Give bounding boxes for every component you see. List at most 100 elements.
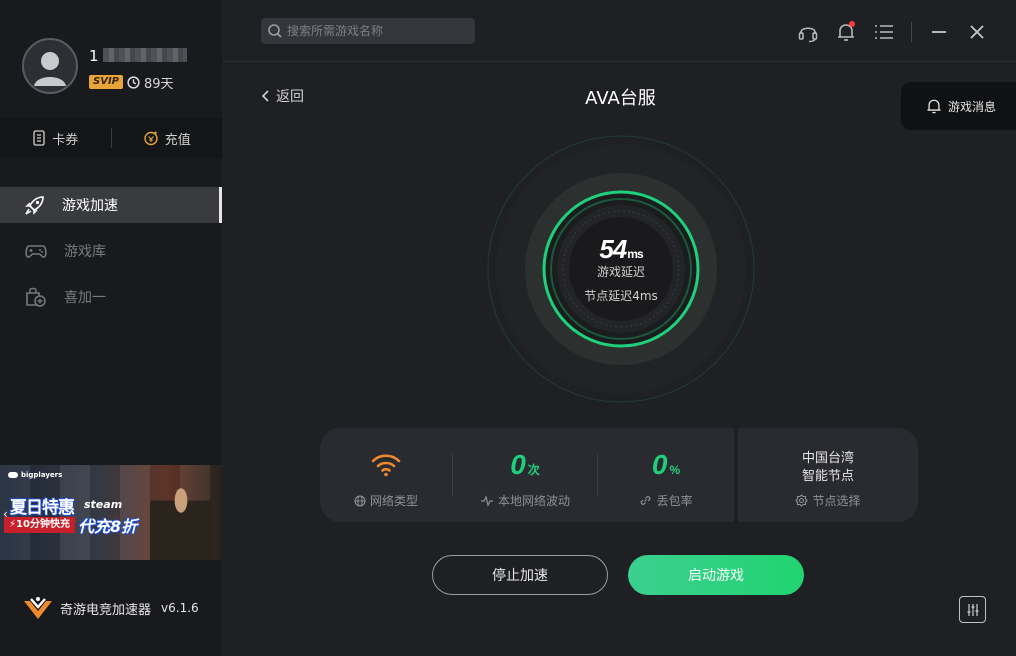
node-select-text: 节点选择 <box>812 494 861 508</box>
search-icon <box>268 24 282 38</box>
pulse-icon <box>480 494 493 507</box>
sidebar-item-game-boost[interactable]: 游戏加速 <box>0 187 222 223</box>
main-panel: 返回 AVA台服 游戏消息 54ms 游戏延迟 节点延迟4ms <box>222 0 1016 656</box>
latency-gauge: 54ms 游戏延迟 节点延迟4ms <box>486 134 756 404</box>
banner-steam-logo: steam <box>84 498 123 511</box>
network-type-icon-area <box>320 448 452 482</box>
username-redacted <box>102 48 187 62</box>
game-messages-button[interactable]: 游戏消息 <box>901 82 1016 130</box>
app-logo-icon <box>24 597 52 619</box>
game-title: AVA台服 <box>585 88 656 109</box>
vip-days: 89天 <box>127 73 174 92</box>
banner-character-image <box>150 475 212 560</box>
sliders-icon <box>967 603 978 616</box>
banner-title: 夏日特惠 <box>10 498 75 518</box>
app-name: 奇游电竞加速器 <box>60 602 152 618</box>
node-latency: 节点延迟4ms <box>584 289 658 303</box>
network-type-label: 网络类型 <box>320 492 452 509</box>
close-icon <box>970 25 984 39</box>
stat-network-type: 网络类型 <box>320 428 452 522</box>
sidebar-nav: 游戏加速 游戏库 喜加一 <box>0 187 222 325</box>
notifications-button[interactable] <box>827 20 865 44</box>
coupon-label: 卡券 <box>52 132 79 148</box>
packet-loss-unit: % <box>669 463 681 477</box>
gamepad-icon <box>25 245 47 258</box>
node-select-panel[interactable]: 中国台湾 智能节点 节点选择 <box>734 428 918 522</box>
packet-loss-label: 丢包率 <box>598 492 734 509</box>
link-icon <box>641 496 651 505</box>
svip-badge: SVIP <box>89 75 123 89</box>
fluctuation-value: 0次 <box>510 449 540 481</box>
fluctuation-value-area: 0次 <box>453 448 597 482</box>
game-latency-value: 54ms <box>486 234 756 265</box>
banner-brand: bigplayers <box>8 471 62 479</box>
banner-subtitle: ⚡10分钟快充 <box>4 517 75 533</box>
app-version: v6.1.6 <box>161 601 199 615</box>
coin-icon <box>144 131 158 146</box>
window-controls <box>789 20 996 44</box>
vip-days-text: 89天 <box>144 77 174 92</box>
search-input[interactable] <box>287 24 467 38</box>
node-name: 中国台湾 智能节点 <box>738 450 918 486</box>
bigplayers-logo-icon <box>8 472 18 478</box>
recharge-label: 充值 <box>164 132 191 148</box>
close-button[interactable] <box>958 20 996 44</box>
latency-number: 54 <box>599 234 627 264</box>
recharge-button[interactable]: 充值 <box>112 118 223 158</box>
list-menu-icon <box>875 25 893 39</box>
menu-button[interactable] <box>865 20 903 44</box>
stat-network-fluctuation: 0次 本地网络波动 <box>453 428 597 522</box>
launch-game-button[interactable]: 启动游戏 <box>628 555 804 595</box>
stop-boost-button[interactable]: 停止加速 <box>432 555 608 595</box>
fluctuation-number: 0 <box>510 449 526 480</box>
fluctuation-label: 本地网络波动 <box>453 492 597 509</box>
sidebar-item-label: 喜加一 <box>64 290 106 306</box>
globe-icon <box>354 494 366 507</box>
bag-plus-icon <box>26 287 46 307</box>
username: 1 <box>89 47 187 65</box>
banner-subtitle-text: 10分钟快充 <box>16 519 70 530</box>
packet-loss-number: 0 <box>651 449 668 480</box>
wifi-icon <box>371 454 401 477</box>
banner-discount: 代充8折 <box>78 517 138 536</box>
node-region: 中国台湾 <box>801 451 854 466</box>
banner-brand-text: bigplayers <box>21 471 63 479</box>
stat-packet-loss: 0% 丢包率 <box>598 428 734 522</box>
bell-icon <box>927 99 941 114</box>
sidebar-item-label: 游戏加速 <box>62 198 118 214</box>
sidebar-item-label: 游戏库 <box>64 244 106 260</box>
packet-loss-text: 丢包率 <box>656 494 693 508</box>
latency-unit: ms <box>627 247 643 261</box>
packet-loss-value: 0% <box>652 449 680 481</box>
settings-sliders-button[interactable] <box>959 596 986 623</box>
game-latency-label: 游戏延迟 <box>596 265 645 279</box>
coupon-icon <box>33 130 45 146</box>
node-select-button[interactable]: 节点选择 <box>738 492 918 509</box>
support-button[interactable] <box>789 20 827 44</box>
game-messages-label: 游戏消息 <box>948 99 997 114</box>
clock-icon <box>127 76 140 89</box>
node-mode: 智能节点 <box>801 469 854 484</box>
notification-dot <box>849 21 855 27</box>
coupon-button[interactable]: 卡券 <box>0 118 111 158</box>
search-box[interactable] <box>261 18 475 44</box>
gear-icon <box>795 494 809 507</box>
packet-loss-value-area: 0% <box>598 448 734 482</box>
headset-icon <box>798 27 818 43</box>
fluctuation-text: 本地网络波动 <box>497 494 570 508</box>
sidebar-item-game-library[interactable]: 游戏库 <box>0 233 222 269</box>
sidebar-item-free-games[interactable]: 喜加一 <box>0 279 222 315</box>
avatar[interactable] <box>22 38 78 94</box>
minimize-button[interactable] <box>920 20 958 44</box>
fluctuation-unit: 次 <box>527 463 540 477</box>
promo-banner[interactable]: bigplayers 夏日特惠 steam ‹ ⚡10分钟快充 代充8折 <box>0 465 222 560</box>
minimize-icon <box>932 31 946 33</box>
rocket-icon <box>25 196 44 215</box>
toolbar-divider <box>911 22 912 42</box>
network-stats-panel: 网络类型 0次 本地网络波动 0% 丢包率 中国台湾 智能节点 节点选择 <box>320 428 918 522</box>
sidebar: 1 SVIP 89天 卡券 充值 游戏加速 游戏库 喜加一 bigplayers… <box>0 0 222 656</box>
network-type-text: 网络类型 <box>369 494 418 508</box>
username-text: 1 <box>89 47 99 65</box>
app-brand: 奇游电竞加速器 v6.1.6 <box>22 595 199 621</box>
wallet-bar: 卡券 充值 <box>0 118 222 158</box>
